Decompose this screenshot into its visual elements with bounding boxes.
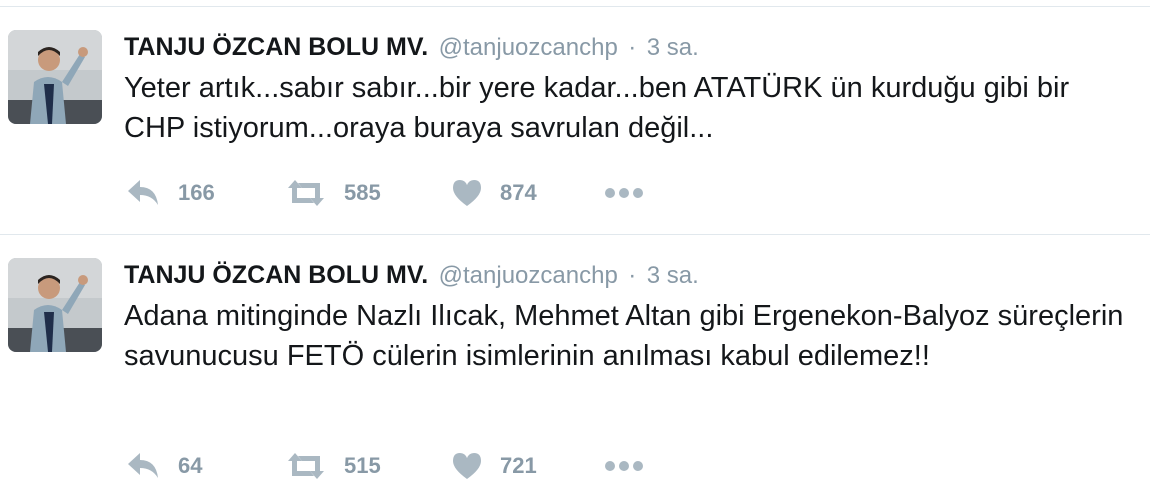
avatar-image: [8, 258, 102, 352]
tweet-header: TANJU ÖZCAN BOLU MV. @tanjuozcanchp · 3 …: [124, 258, 699, 292]
author-handle[interactable]: @tanjuozcanchp: [439, 34, 618, 61]
reply-count: 166: [178, 180, 215, 205]
retweet-icon: [288, 453, 324, 479]
author-handle[interactable]: @tanjuozcanchp: [439, 262, 618, 289]
author-name[interactable]: TANJU ÖZCAN BOLU MV.: [124, 33, 428, 61]
separator-dot: ·: [628, 262, 637, 289]
retweet-button[interactable]: 585: [286, 173, 381, 213]
tweet[interactable]: TANJU ÖZCAN BOLU MV. @tanjuozcanchp · 3 …: [0, 6, 1150, 232]
avatar-image: [8, 30, 102, 124]
tweet-header: TANJU ÖZCAN BOLU MV. @tanjuozcanchp · 3 …: [124, 30, 699, 64]
reply-count: 64: [178, 453, 203, 478]
tweet-text: Yeter artık...sabır sabır...bir yere kad…: [124, 72, 1070, 144]
timestamp[interactable]: 3 sa.: [647, 34, 699, 61]
tweet[interactable]: TANJU ÖZCAN BOLU MV. @tanjuozcanchp · 3 …: [0, 234, 1150, 482]
reply-button[interactable]: 166: [126, 173, 215, 213]
like-count: 874: [500, 180, 537, 205]
avatar[interactable]: [8, 258, 102, 352]
like-icon: [453, 453, 481, 479]
like-button[interactable]: 874: [452, 173, 537, 213]
tweet-actions: 64 515 721: [124, 446, 664, 486]
like-count: 721: [500, 453, 537, 478]
author-name[interactable]: TANJU ÖZCAN BOLU MV.: [124, 261, 428, 289]
retweet-icon: [288, 180, 324, 206]
separator-dot: ·: [628, 34, 637, 61]
more-icon: [605, 188, 643, 198]
tweet-actions: 166 585 874: [124, 173, 664, 213]
retweet-count: 515: [344, 453, 381, 478]
reply-icon: [128, 180, 158, 205]
reply-button[interactable]: 64: [126, 446, 202, 486]
retweet-count: 585: [344, 180, 381, 205]
more-icon: [605, 461, 643, 471]
tweet-text: Adana mitinginde Nazlı Ilıcak, Mehmet Al…: [124, 300, 1124, 372]
like-icon: [453, 180, 481, 206]
avatar[interactable]: [8, 30, 102, 124]
timestamp[interactable]: 3 sa.: [647, 262, 699, 289]
reply-icon: [128, 453, 158, 478]
retweet-button[interactable]: 515: [286, 446, 381, 486]
like-button[interactable]: 721: [452, 446, 537, 486]
more-button[interactable]: [604, 173, 644, 213]
more-button[interactable]: [604, 446, 644, 486]
